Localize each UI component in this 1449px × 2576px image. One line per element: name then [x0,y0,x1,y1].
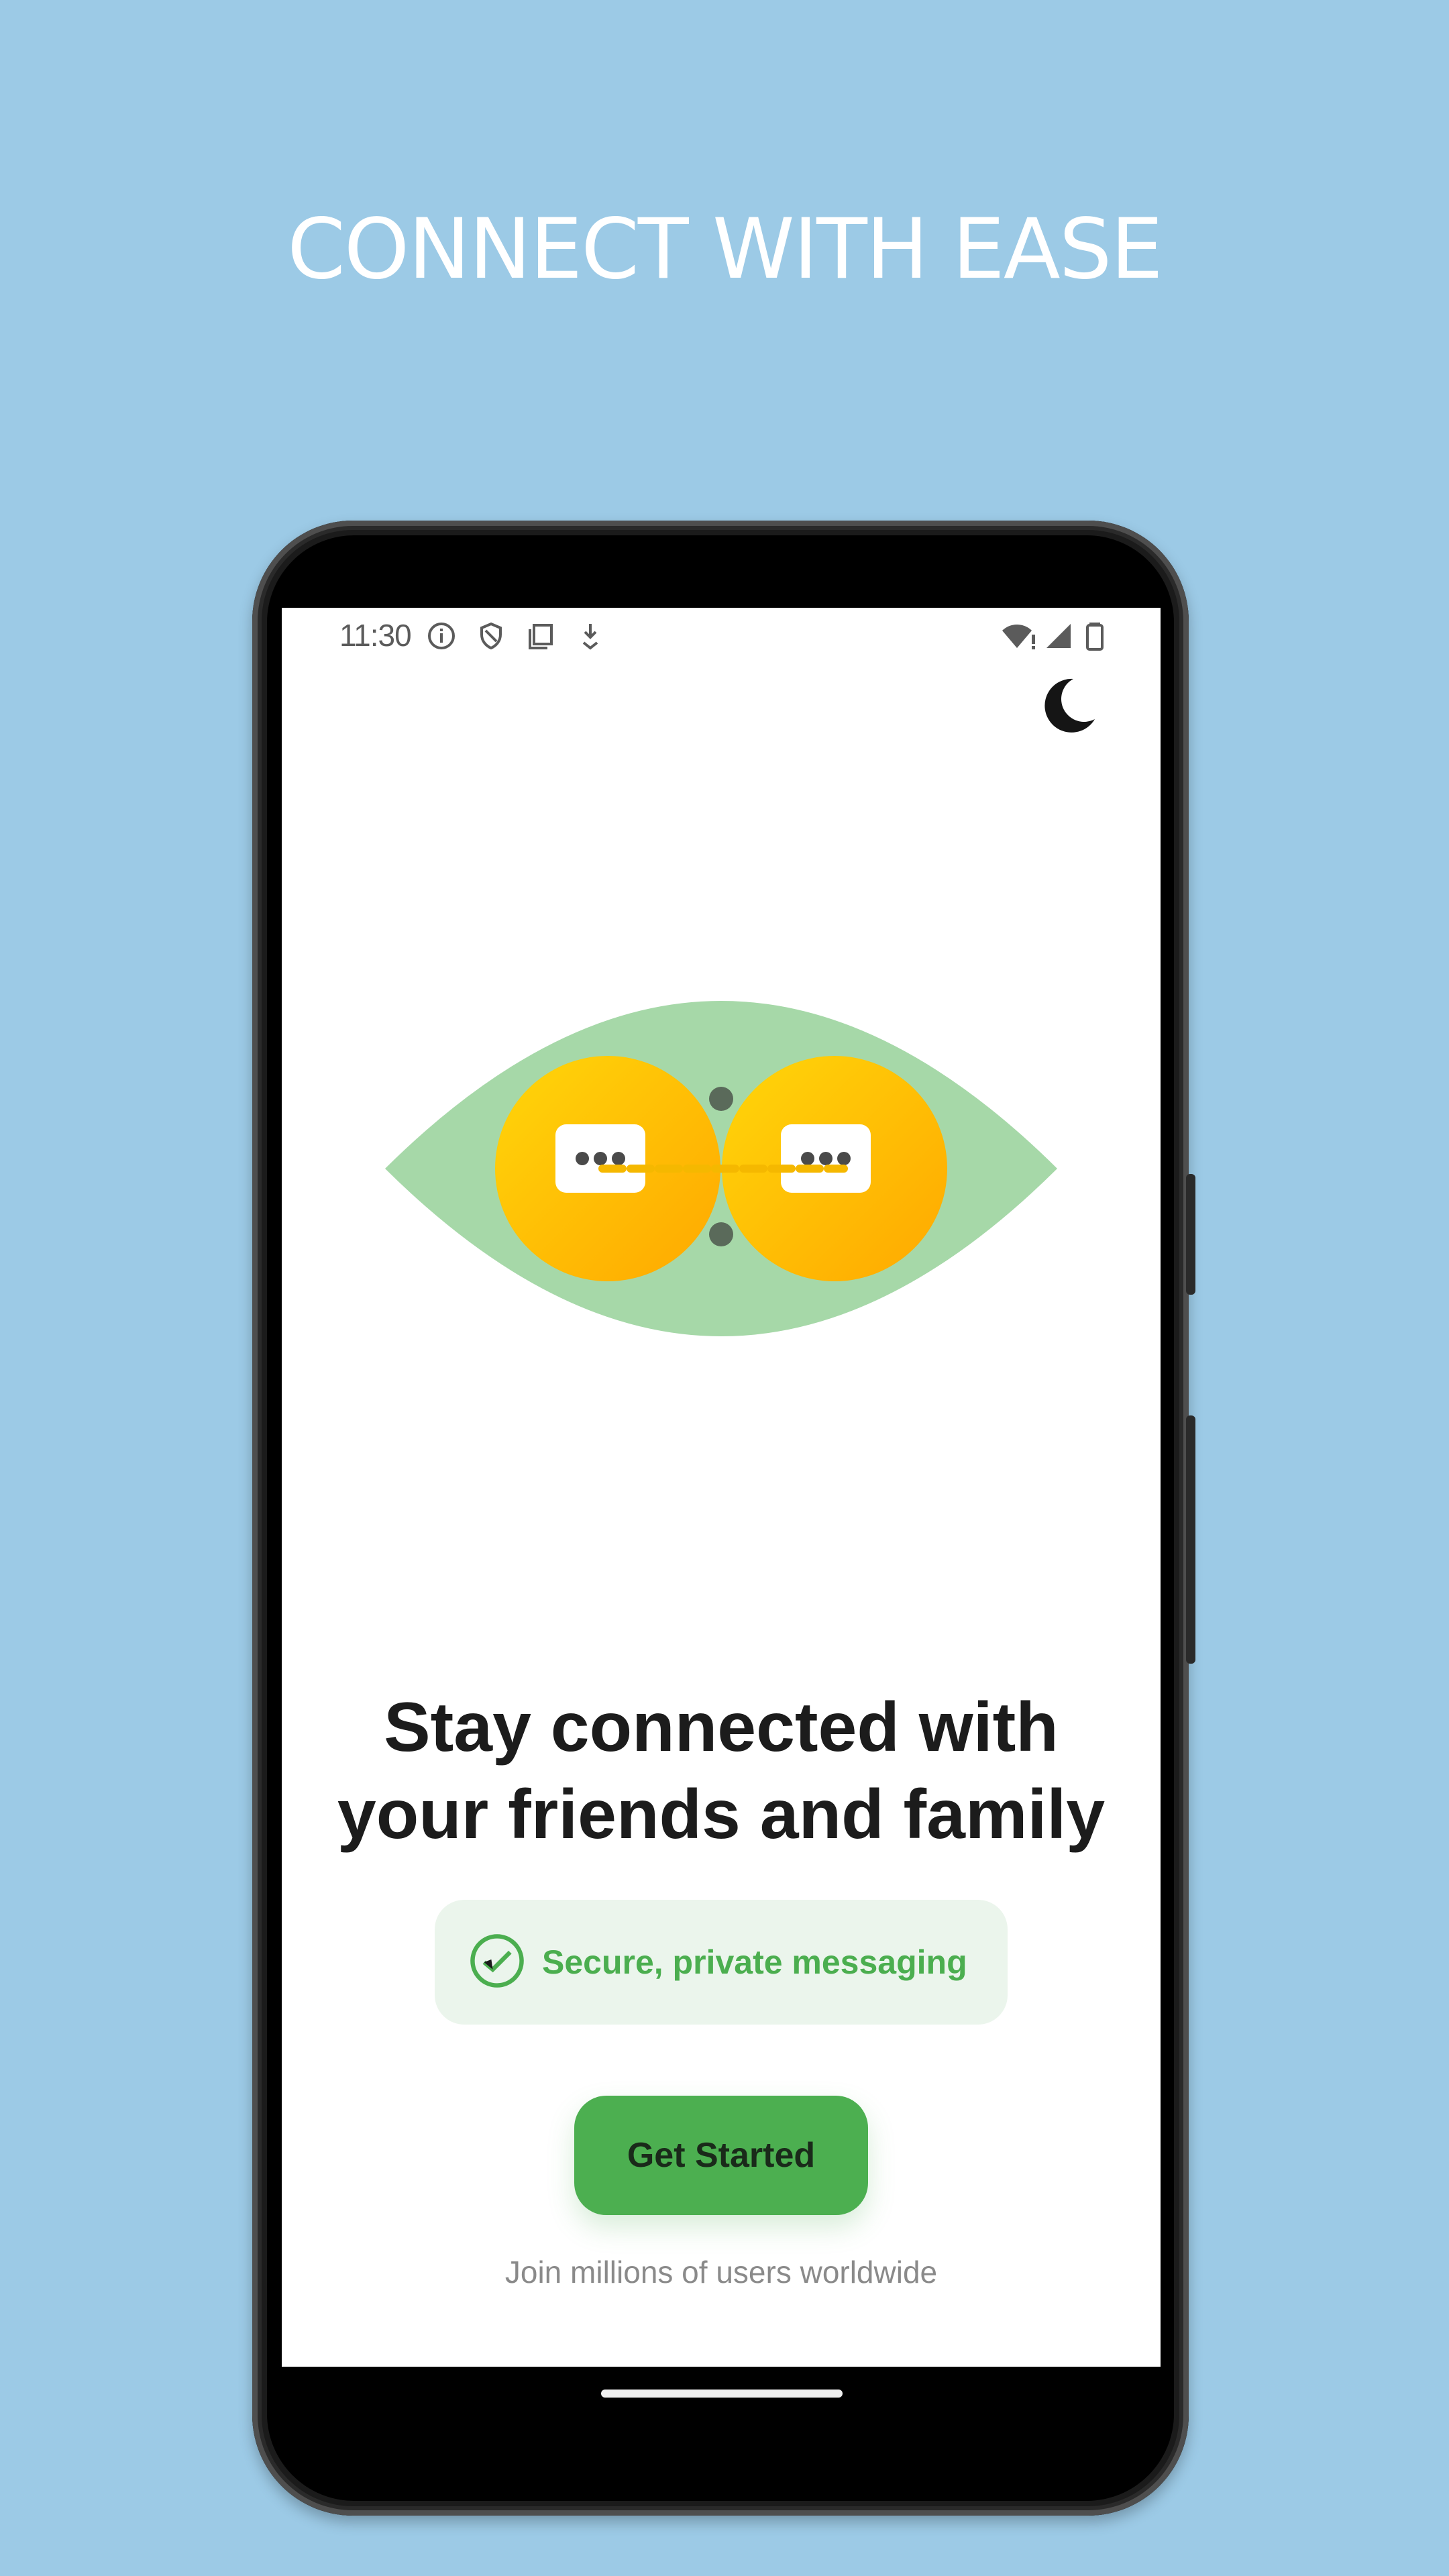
cell-signal-icon [1046,624,1071,648]
security-badge: Secure, private messaging [435,1900,1008,2025]
download-icon [582,624,598,650]
promo-headline: CONNECT WITH EASE [287,201,1163,298]
app-screen: 11:30 Stay connected with your friends a… [282,608,1161,2367]
home-indicator[interactable] [601,2390,843,2398]
moon-icon[interactable] [1034,671,1102,738]
status-time: 11:30 [339,618,412,653]
welcome-title-line2: your friends and family [337,1776,1106,1854]
security-badge-label: Secure, private messaging [542,1943,967,1981]
welcome-title-line1: Stay connected with [384,1688,1059,1766]
hero-illustration [385,1001,1057,1336]
sim-card-icon [529,624,553,649]
welcome-title: Stay connected with your friends and fam… [282,1684,1161,1858]
users-tagline: Join millions of users worldwide [504,2255,938,2290]
volume-button [1186,1415,1195,1664]
power-button [1186,1174,1195,1295]
status-bar: 11:30 [282,608,1161,661]
check-circle-icon [470,1934,524,1988]
battery-icon [1086,623,1104,651]
wifi-alert-icon [1002,625,1035,649]
get-started-button[interactable]: Get Started [574,2096,868,2215]
info-icon [428,623,455,649]
shield-icon [480,622,502,650]
